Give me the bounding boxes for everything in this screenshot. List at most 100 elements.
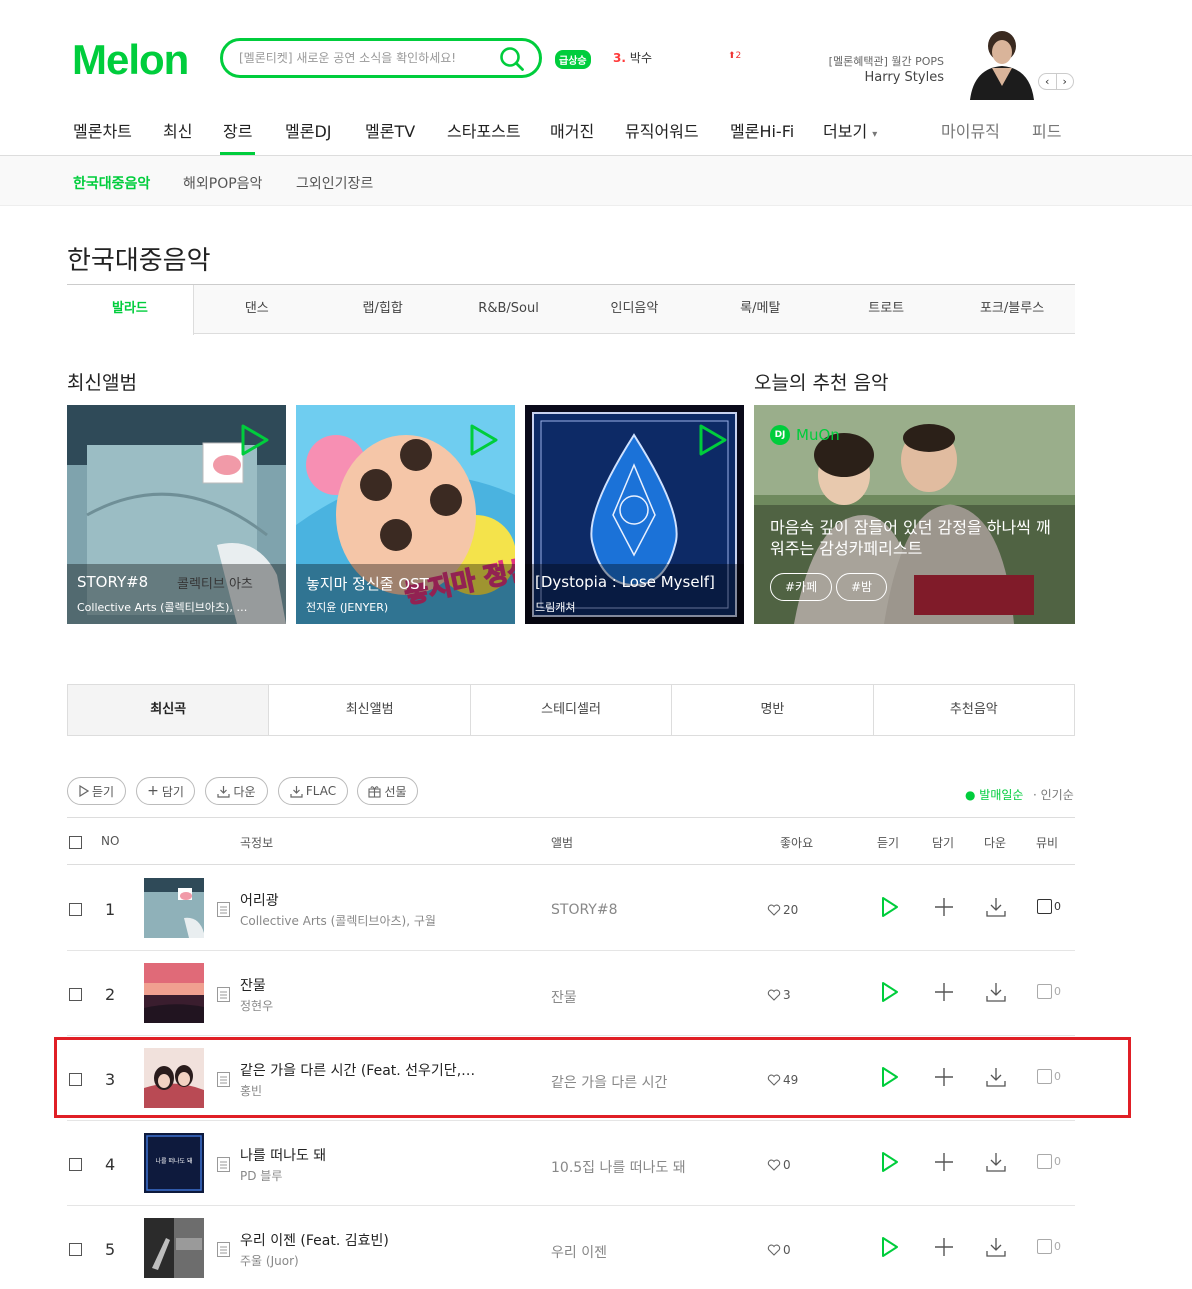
song-artist[interactable]: PD 블루 — [240, 1167, 282, 1184]
chevron-right-icon[interactable]: › — [1055, 74, 1074, 89]
download-icon[interactable] — [985, 1151, 1007, 1173]
album-card[interactable]: 놓지마 정신줄! 놓지마 정신줄 OST 전지윤 (JENYER) — [296, 405, 515, 624]
select-all-checkbox[interactable] — [69, 836, 82, 849]
song-info-icon[interactable] — [217, 902, 230, 917]
like-button[interactable]: 3 — [767, 988, 791, 1002]
row-checkbox[interactable] — [69, 1158, 82, 1171]
promo-tag[interactable]: [멜론혜택관] 월간 POPS — [760, 53, 944, 69]
add-selected-button[interactable]: + 담기 — [136, 777, 195, 805]
tab-dance[interactable]: 댄스 — [194, 285, 320, 333]
play-selected-button[interactable]: 듣기 — [67, 777, 126, 805]
nav-genre[interactable]: 장르 — [219, 118, 256, 155]
album-card[interactable]: [Dystopia : Lose Myself] 드림캐쳐 — [525, 405, 744, 624]
melon-logo[interactable]: Melon — [72, 36, 189, 84]
album-thumbnail[interactable] — [144, 878, 204, 938]
song-artist[interactable]: 주울 (Juor) — [240, 1252, 299, 1269]
nav-magazine[interactable]: 매거진 — [550, 118, 594, 142]
album-artist[interactable]: Collective Arts (콜렉티브아츠), … — [77, 599, 277, 615]
like-button[interactable]: 20 — [767, 903, 798, 917]
mv-button[interactable]: 0 — [1037, 899, 1061, 914]
add-icon[interactable] — [933, 896, 955, 918]
song-album[interactable]: STORY#8 — [551, 902, 617, 918]
add-icon[interactable] — [933, 1151, 955, 1173]
play-icon[interactable] — [240, 423, 270, 457]
album-title[interactable]: STORY#8 — [77, 573, 148, 591]
song-album[interactable]: 잔물 — [551, 987, 577, 1007]
song-title[interactable]: 나를 떠나도 돼 — [240, 1145, 326, 1165]
chevron-left-icon[interactable]: ‹ — [1039, 74, 1056, 89]
tab-masterpiece[interactable]: 명반 — [672, 685, 874, 735]
tab-ballad[interactable]: 발라드 — [67, 285, 194, 335]
tab-recommend[interactable]: 추천음악 — [874, 685, 1074, 735]
nav-melon-tv[interactable]: 멜론TV — [365, 118, 415, 142]
song-info-icon[interactable] — [217, 1157, 230, 1172]
album-artist[interactable]: 드림캐쳐 — [535, 599, 735, 615]
row-checkbox[interactable] — [69, 988, 82, 1001]
download-icon[interactable] — [985, 981, 1007, 1003]
album-card[interactable]: 콜렉티브 아츠 STORY#8 Collective Arts (콜렉티브아츠)… — [67, 405, 286, 624]
row-checkbox[interactable] — [69, 1243, 82, 1256]
song-title[interactable]: 어리광 — [240, 890, 279, 910]
nav-more[interactable]: 더보기 ▾ — [823, 118, 877, 142]
subnav-pop[interactable]: 해외POP음악 — [183, 173, 262, 193]
download-selected-button[interactable]: 다운 — [205, 777, 268, 805]
tab-latest-albums[interactable]: 최신앨범 — [269, 685, 471, 735]
tab-rock[interactable]: 록/메탈 — [697, 285, 823, 333]
album-thumbnail[interactable] — [144, 963, 204, 1023]
sort-popular[interactable]: · 인기순 — [1033, 786, 1074, 803]
song-title[interactable]: 잔물 — [240, 975, 266, 995]
song-title[interactable]: 우리 이젠 (Feat. 김효빈) — [240, 1230, 389, 1250]
flac-download-button[interactable]: FLAC — [278, 777, 348, 805]
row-checkbox[interactable] — [69, 903, 82, 916]
dj-tag[interactable]: #카페 — [770, 573, 833, 601]
tab-folk[interactable]: 포크/블루스 — [949, 285, 1075, 333]
dj-tag[interactable]: #밤 — [836, 573, 888, 601]
nav-my-music[interactable]: 마이뮤직 — [941, 118, 1000, 142]
play-icon[interactable] — [880, 1236, 900, 1258]
song-info-icon[interactable] — [217, 1242, 230, 1257]
nav-latest[interactable]: 최신 — [163, 118, 192, 142]
subnav-other-genres[interactable]: 그외인기장르 — [296, 173, 373, 193]
nav-star-post[interactable]: 스타포스트 — [447, 118, 521, 142]
album-thumbnail[interactable] — [144, 1218, 204, 1278]
tab-latest-songs[interactable]: 최신곡 — [68, 685, 270, 735]
promo-artist-image[interactable] — [962, 26, 1042, 100]
download-icon[interactable] — [985, 896, 1007, 918]
play-icon[interactable] — [880, 896, 900, 918]
tab-indie[interactable]: 인디음악 — [572, 285, 698, 333]
gift-button[interactable]: 선물 — [357, 777, 418, 805]
song-artist[interactable]: 정현우 — [240, 997, 273, 1014]
album-title[interactable]: 놓지마 정신줄 OST — [306, 573, 429, 594]
play-icon[interactable] — [469, 423, 499, 457]
album-thumbnail[interactable]: 나를 떠나도 돼 — [144, 1133, 204, 1193]
trending-keyword[interactable]: 3. 박수 — [613, 49, 652, 66]
nav-music-awards[interactable]: 뮤직어워드 — [625, 118, 699, 142]
song-album[interactable]: 우리 이젠 — [551, 1242, 607, 1262]
nav-chart[interactable]: 멜론차트 — [73, 118, 132, 142]
play-icon[interactable] — [880, 1151, 900, 1173]
nav-melon-hifi[interactable]: 멜론Hi-Fi — [730, 118, 794, 142]
album-title[interactable]: [Dystopia : Lose Myself] — [535, 573, 715, 591]
song-artist[interactable]: Collective Arts (콜렉티브아츠), 구월 — [240, 912, 436, 929]
download-icon[interactable] — [985, 1236, 1007, 1258]
tab-steady-seller[interactable]: 스테디셀러 — [471, 685, 673, 735]
search-icon[interactable] — [499, 46, 525, 72]
tab-trot[interactable]: 트로트 — [823, 285, 949, 333]
song-info-icon[interactable] — [217, 987, 230, 1002]
play-icon[interactable] — [698, 423, 728, 457]
nav-feed[interactable]: 피드 — [1032, 118, 1061, 142]
album-artist[interactable]: 전지윤 (JENYER) — [306, 599, 506, 615]
nav-melon-dj[interactable]: 멜론DJ — [285, 118, 331, 142]
promo-title[interactable]: Harry Styles — [760, 70, 944, 85]
add-icon[interactable] — [933, 1236, 955, 1258]
like-button[interactable]: 0 — [767, 1158, 791, 1172]
sort-release-date[interactable]: ● 발매일순 — [965, 786, 1023, 803]
search-input[interactable] — [239, 48, 489, 68]
play-icon[interactable] — [880, 981, 900, 1003]
add-icon[interactable] — [933, 981, 955, 1003]
song-album[interactable]: 10.5집 나를 떠나도 돼 — [551, 1157, 686, 1177]
dj-description[interactable]: 마음속 깊이 잠들어 있던 감정을 하나씩 깨워주는 감성카페리스트 — [770, 517, 1060, 559]
dj-playlist-card[interactable]: DJ MuOn 마음속 깊이 잠들어 있던 감정을 하나씩 깨워주는 감성카페리… — [754, 405, 1075, 624]
tab-hiphop[interactable]: 랩/힙합 — [320, 285, 446, 333]
subnav-kpop[interactable]: 한국대중음악 — [73, 173, 150, 193]
